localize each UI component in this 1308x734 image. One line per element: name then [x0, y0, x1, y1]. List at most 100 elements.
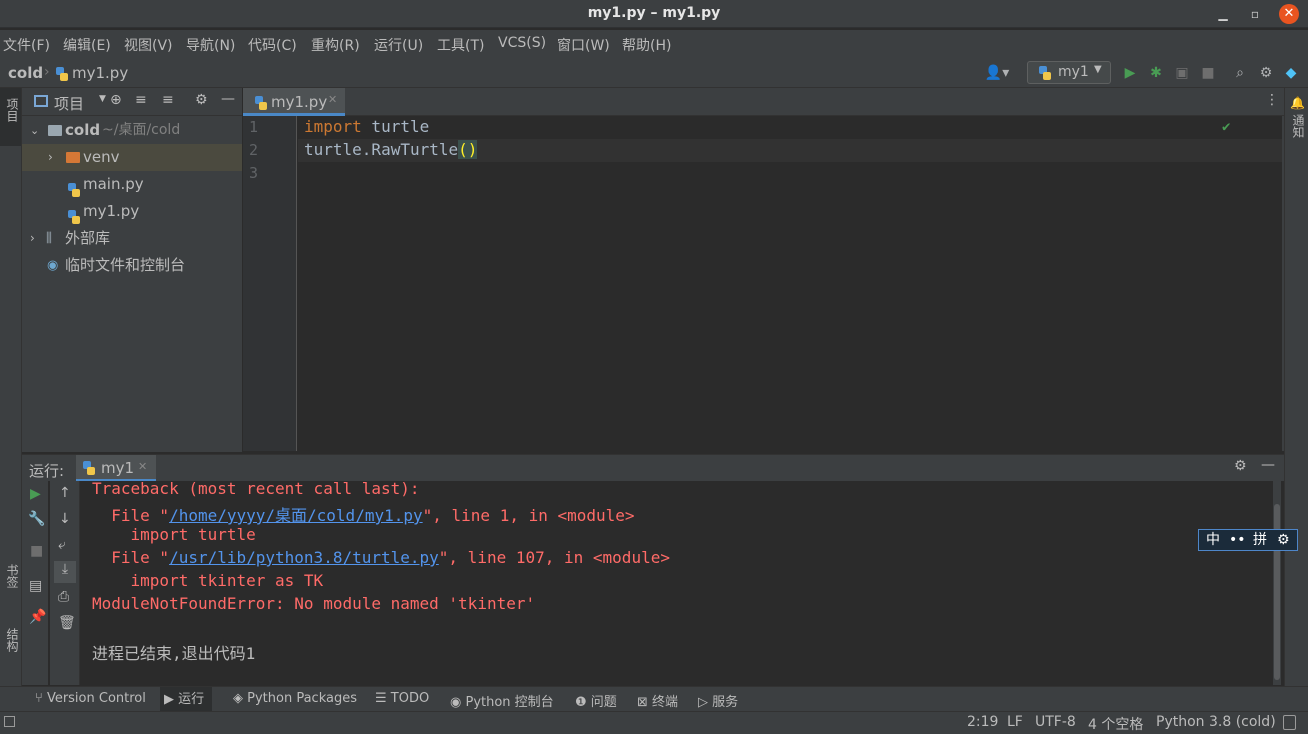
gear-icon[interactable]: ⚙ — [1257, 64, 1275, 82]
minimize-icon[interactable]: ▁ — [1213, 4, 1233, 24]
bookmarks-tool-label[interactable]: 书签 — [4, 564, 21, 588]
menu-run[interactable]: 运行(U) — [374, 35, 423, 55]
pin-icon[interactable]: 📌 — [29, 609, 46, 625]
stop-icon[interactable]: ■ — [1199, 64, 1217, 82]
tool-python-packages[interactable]: ◈ Python Packages — [233, 691, 357, 706]
trash-icon[interactable]: 🗑 — [58, 615, 76, 631]
project-panel-title[interactable]: 项目 — [54, 93, 84, 114]
gear-icon[interactable]: ⚙ — [1234, 458, 1247, 474]
menu-vcs[interactable]: VCS(S) — [498, 35, 546, 51]
close-tab-icon[interactable]: ✕ — [328, 93, 337, 106]
arrow-down-icon[interactable]: ↓ — [59, 511, 71, 527]
bottom-tool-bar: ⑂ Version Control ▶ 运行 ◈ Python Packages… — [0, 686, 1308, 712]
locate-icon[interactable]: ⊕ — [110, 92, 122, 108]
menu-edit[interactable]: 编辑(E) — [63, 35, 111, 55]
ime-toolbar[interactable]: 中 •• 拼 ⚙ — [1198, 529, 1298, 551]
stop-icon[interactable]: ■ — [30, 543, 43, 559]
run-tab-my1[interactable]: my1 ✕ — [76, 455, 156, 482]
project-tree: ⌄ cold ~/桌面/cold › venv main.py my1.py ›… — [22, 116, 242, 452]
project-tool-button[interactable]: 项目 — [0, 88, 21, 146]
soft-wrap-icon[interactable]: ⤶ — [58, 537, 66, 553]
menu-help[interactable]: 帮助(H) — [622, 35, 671, 55]
status-encoding[interactable]: UTF-8 — [1035, 714, 1076, 730]
status-indent[interactable]: 4 个空格 — [1088, 714, 1143, 734]
hide-icon[interactable]: — — [221, 91, 235, 107]
tree-item-label: my1.py — [83, 202, 140, 220]
layout-icon[interactable]: ▤ — [29, 578, 42, 594]
tool-label: Version Control — [46, 691, 146, 706]
scroll-to-end-icon[interactable]: ⤓ — [54, 561, 76, 583]
close-tab-icon[interactable]: ✕ — [138, 460, 147, 473]
wrench-icon[interactable]: 🔧 — [28, 511, 45, 527]
tool-python-console[interactable]: ◉ Python 控制台 — [450, 691, 554, 710]
ime-language[interactable]: 中 — [1206, 530, 1220, 550]
tree-item-external-libraries[interactable]: › ⫼ 外部库 — [22, 225, 242, 252]
tool-problems[interactable]: ❶ 问题 — [575, 691, 617, 710]
menu-code[interactable]: 代码(C) — [248, 35, 297, 55]
tool-run[interactable]: ▶ 运行 — [160, 687, 213, 712]
run-icon[interactable]: ▶ — [1121, 64, 1139, 82]
tree-item-venv[interactable]: › venv — [22, 144, 242, 171]
gear-icon[interactable]: ⚙ — [1277, 530, 1290, 550]
scratches-icon: ◉ — [47, 258, 59, 273]
debug-icon[interactable]: ✱ — [1147, 64, 1165, 82]
expand-all-icon[interactable]: ≡ — [135, 92, 147, 108]
close-icon[interactable]: ✕ — [1279, 4, 1299, 24]
tool-windows-toggle-icon[interactable] — [4, 716, 15, 727]
status-line-separator[interactable]: LF — [1007, 714, 1023, 730]
menu-window[interactable]: 窗口(W) — [557, 35, 610, 55]
chevron-down-icon[interactable]: ▼ — [99, 94, 106, 104]
more-options-icon[interactable]: ⋮ — [1265, 92, 1279, 108]
chevron-right-icon[interactable]: › — [30, 225, 35, 252]
bell-icon[interactable]: 🔔 — [1290, 96, 1305, 110]
account-icon[interactable]: 👤▾ — [984, 64, 1010, 82]
lock-icon[interactable] — [1283, 715, 1296, 730]
status-interpreter[interactable]: Python 3.8 (cold) — [1156, 714, 1276, 730]
collapse-all-icon[interactable]: ≡ — [162, 92, 174, 108]
tree-item-my1-py[interactable]: my1.py — [22, 198, 242, 225]
chevron-right-icon[interactable]: › — [48, 144, 53, 171]
editor-scrollbar[interactable] — [1282, 116, 1284, 451]
code-content[interactable]: import turtle turtle.RawTurtle() ✔ — [298, 116, 1282, 451]
tree-item-cold[interactable]: ⌄ cold ~/桌面/cold — [22, 117, 242, 144]
menu-refactor[interactable]: 重构(R) — [311, 35, 360, 55]
search-icon[interactable]: ⌕ — [1231, 64, 1249, 82]
rerun-icon[interactable]: ▶ — [30, 486, 41, 502]
structure-tool-label[interactable]: 结构 — [4, 628, 21, 652]
console-file-link[interactable]: /home/yyyy/桌面/cold/my1.py — [169, 506, 423, 525]
run-config-selector[interactable]: my1 ▼ — [1027, 61, 1111, 84]
console-line: ModuleNotFoundError: No module named 'tk… — [92, 594, 536, 613]
breadcrumb-file[interactable]: my1.py — [72, 64, 128, 82]
status-caret-position[interactable]: 2:19 — [967, 714, 998, 730]
run-console[interactable]: Traceback (most recent call last): File … — [80, 479, 1272, 685]
tree-item-label: 临时文件和控制台 — [65, 256, 186, 274]
python-file-icon — [55, 67, 68, 81]
ime-mode[interactable]: 拼 — [1253, 530, 1267, 550]
gear-icon[interactable]: ⚙ — [195, 92, 208, 108]
tree-item-main-py[interactable]: main.py — [22, 171, 242, 198]
menu-tools[interactable]: 工具(T) — [437, 35, 484, 55]
chevron-down-icon[interactable]: ⌄ — [30, 117, 39, 144]
tool-terminal[interactable]: ⊠ 终端 — [637, 691, 678, 710]
arrow-up-icon[interactable]: ↑ — [59, 485, 71, 501]
tool-todo[interactable]: ☰ TODO — [375, 691, 429, 706]
tool-services[interactable]: ▷ 服务 — [698, 691, 738, 710]
menu-file[interactable]: 文件(F) — [3, 35, 50, 55]
ime-punct-icon[interactable]: •• — [1229, 530, 1246, 550]
maximize-icon[interactable]: ▫ — [1245, 4, 1265, 24]
print-icon[interactable]: ⎙ — [58, 589, 69, 605]
jetbrains-logo-icon[interactable]: ◆ — [1282, 64, 1300, 82]
inspection-ok-icon[interactable]: ✔ — [1222, 119, 1230, 135]
python-icon — [1038, 66, 1051, 80]
editor-tab-my1[interactable]: my1.py ✕ — [243, 88, 345, 116]
tool-version-control[interactable]: ⑂ Version Control — [35, 691, 146, 706]
coverage-icon[interactable]: ▣ — [1173, 64, 1191, 82]
notifications-tool-label[interactable]: 通知 — [1290, 114, 1307, 138]
hide-icon[interactable]: — — [1261, 457, 1275, 473]
tree-item-scratches[interactable]: ◉ 临时文件和控制台 — [22, 252, 242, 279]
project-panel-header: 项目 ▼ ⊕ ≡ ≡ ⚙ — — [22, 88, 242, 116]
menu-navigate[interactable]: 导航(N) — [186, 35, 235, 55]
console-file-link[interactable]: /usr/lib/python3.8/turtle.py — [169, 548, 439, 567]
menu-view[interactable]: 视图(V) — [124, 35, 173, 55]
breadcrumb-project[interactable]: cold — [8, 64, 43, 82]
